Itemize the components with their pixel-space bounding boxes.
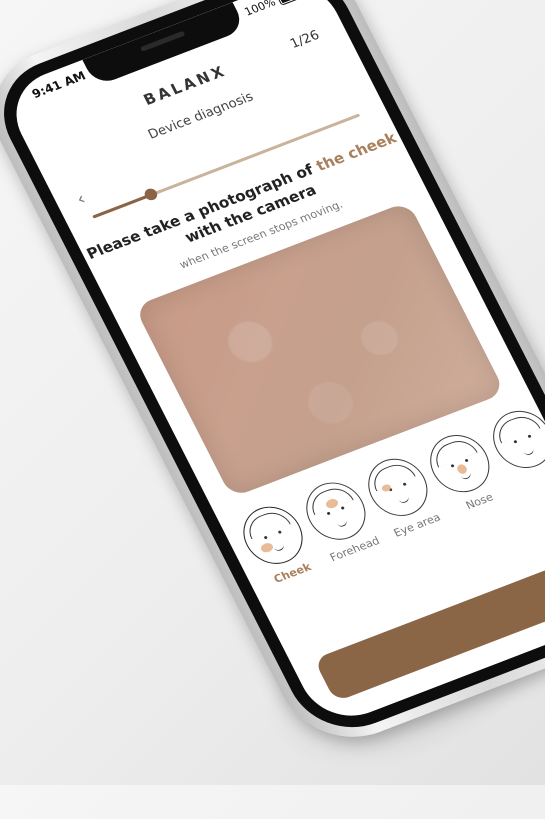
- back-button[interactable]: ‹: [73, 189, 89, 210]
- speaker-icon: [139, 30, 186, 52]
- phone-wrap: 9:41 AM 100% BALANX 1/26 Device diagnosi…: [0, 0, 545, 785]
- battery-icon: [275, 0, 304, 6]
- progress-knob[interactable]: [143, 186, 160, 202]
- instruction-highlight: the cheek: [313, 128, 400, 175]
- face-eye-area-icon: [357, 450, 438, 525]
- progress-fill: [92, 193, 153, 219]
- face-cheek-icon: [233, 498, 314, 573]
- face-nose-icon: [420, 426, 501, 501]
- battery-percent: 100%: [242, 0, 278, 19]
- phone-screen: 9:41 AM 100% BALANX 1/26 Device diagnosi…: [0, 0, 545, 730]
- face-forehead-icon: [295, 474, 376, 549]
- region-label: Cheek: [271, 560, 314, 586]
- region-label: Nose: [463, 490, 496, 513]
- chevron-left-icon: ‹: [73, 188, 90, 210]
- phone: 9:41 AM 100% BALANX 1/26 Device diagnosi…: [0, 0, 545, 758]
- status-battery: 100%: [242, 0, 304, 19]
